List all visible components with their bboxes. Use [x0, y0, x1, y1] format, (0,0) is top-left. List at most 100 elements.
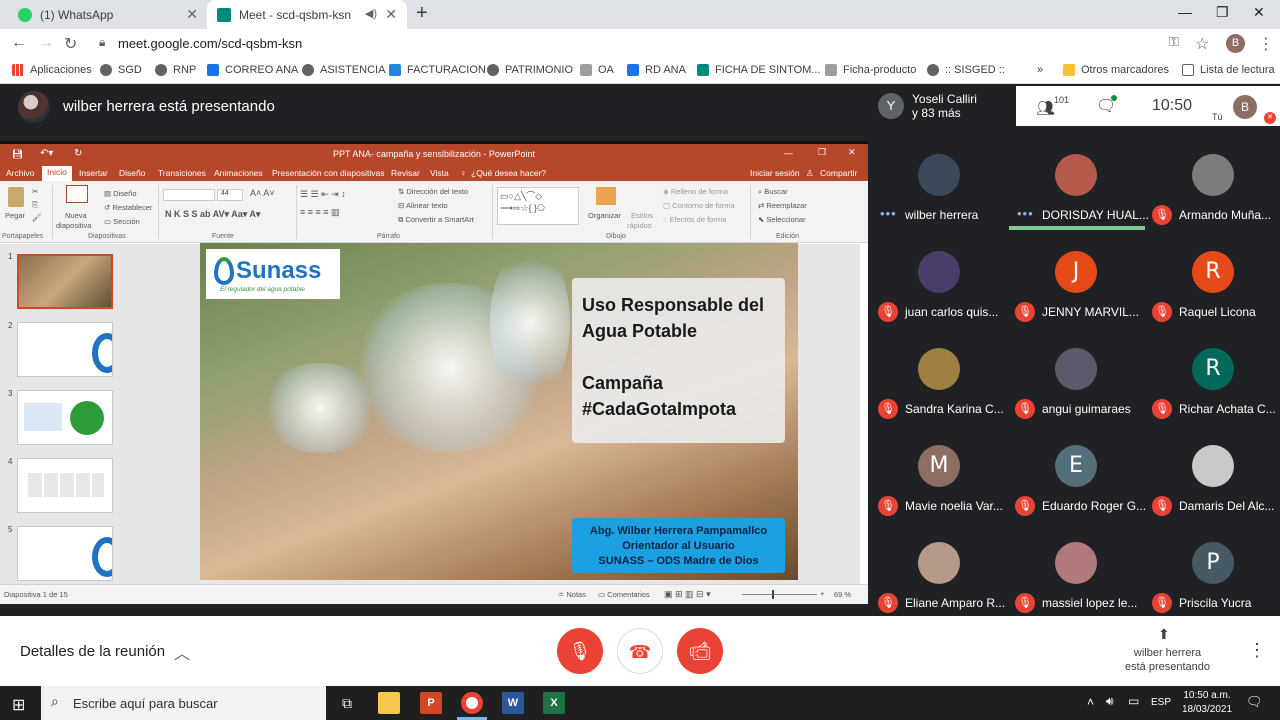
smartart-button[interactable]: ⧉ Convertir a SmartArt	[398, 215, 474, 225]
address-bar[interactable]: 🔒︎ meet.google.com/scd-qsbm-ksn	[93, 32, 1218, 55]
hang-up-button[interactable]: ☎︎	[617, 628, 663, 674]
reload-icon[interactable]: ↻	[64, 34, 77, 54]
bookmark-facturacion[interactable]: FACTURACION	[389, 64, 486, 76]
participant-tile[interactable]: 🎙︎ Damaris Del Alc...	[1144, 417, 1280, 516]
bookmarks-overflow[interactable]: »	[1037, 64, 1043, 76]
select-button[interactable]: ⬉ Seleccionar	[758, 215, 806, 224]
comments-button[interactable]: ▭ Comentarios	[598, 590, 650, 599]
forward-icon[interactable]: →	[38, 34, 54, 52]
participant-tile[interactable]: J 🎙︎ JENNY MARVIL...	[1007, 223, 1144, 322]
ppt-minimize-icon[interactable]: —	[784, 148, 793, 158]
bookmark-apps[interactable]: Aplicaciones	[12, 64, 92, 76]
align-text-button[interactable]: ⊟ Alinear texto	[398, 201, 448, 210]
menu-kebab-icon[interactable]: ⋮	[1258, 34, 1274, 54]
audio-playing-icon[interactable]: ◀)	[365, 7, 377, 20]
bookmark-ficha-sintomas[interactable]: FICHA DE SINTOM...	[697, 64, 821, 76]
cut-icon[interactable]: ✂	[32, 187, 38, 196]
participant-tile[interactable]: R 🎙︎ Raquel Licona	[1144, 223, 1280, 322]
ppt-close-icon[interactable]: ✕	[848, 147, 856, 158]
excel-taskbar-icon[interactable]: X	[543, 692, 565, 714]
present-screen-icon[interactable]: ⬆	[1158, 626, 1170, 643]
minimize-window-button[interactable]: —	[1178, 4, 1192, 20]
ppt-tab-animaciones[interactable]: Animaciones	[214, 168, 263, 178]
zoom-slider[interactable]	[742, 594, 817, 595]
layout-button[interactable]: ▤ Diseño	[104, 189, 137, 198]
notifications-icon[interactable]: 🗨︎	[1246, 694, 1263, 710]
slide-thumbnail[interactable]	[17, 322, 113, 377]
file-explorer-icon[interactable]	[378, 692, 400, 714]
ppt-sign-in[interactable]: Iniciar sesión	[750, 168, 800, 178]
tab-meet[interactable]: Meet - scd-qsbm-ksn ◀) ✕	[207, 0, 407, 29]
profile-avatar[interactable]: B	[1226, 34, 1245, 53]
quick-styles-label-1[interactable]: Estilos	[631, 211, 653, 220]
bookmark-rd-ana[interactable]: RD ANA	[627, 64, 686, 76]
url-text[interactable]: meet.google.com/scd-qsbm-ksn	[118, 36, 302, 51]
participant-tile[interactable]: P 🎙︎ Priscila Yucra	[1144, 514, 1280, 613]
ppt-share[interactable]: Compartir	[820, 168, 857, 178]
replace-button[interactable]: ⇄ Reemplazar	[758, 201, 807, 210]
bookmark-star-icon[interactable]: ☆	[1195, 34, 1209, 54]
ppt-tab-transiciones[interactable]: Transiciones	[158, 168, 206, 178]
tab-whatsapp[interactable]: (1) WhatsApp ✕	[8, 0, 206, 29]
volume-icon[interactable]: 🔊︎	[1106, 694, 1114, 709]
word-taskbar-icon[interactable]: W	[502, 692, 524, 714]
mic-off-button[interactable]: 🎙︎	[557, 628, 603, 674]
text-direction-button[interactable]: ⇅ Dirección del texto	[398, 187, 468, 196]
new-slide-icon[interactable]	[66, 185, 88, 203]
chrome-taskbar-icon[interactable]	[461, 692, 483, 714]
lock-icon[interactable]: 🔒︎	[99, 35, 105, 50]
self-avatar[interactable]: B	[1233, 95, 1257, 119]
bookmark-sgd[interactable]: SGD	[100, 64, 142, 76]
shape-fill-button[interactable]: ◈ Relleno de forma	[663, 187, 728, 196]
participant-tile[interactable]: 🎙︎ massiel lopez le...	[1007, 514, 1144, 613]
ppt-tab-archivo[interactable]: Archivo	[6, 168, 34, 178]
participant-tile[interactable]: 🎙︎ juan carlos quis...	[870, 223, 1007, 322]
participant-tile[interactable]: ••• wilber herrera	[870, 126, 1007, 223]
arrange-icon[interactable]	[596, 187, 616, 205]
participant-tile[interactable]: M 🎙︎ Mavie noelia Var...	[870, 417, 1007, 516]
zoom-in-icon[interactable]: +	[820, 589, 824, 598]
participant-tile[interactable]: 🎙︎ angui guimaraes	[1007, 320, 1144, 419]
participant-tile[interactable]: ••• DORISDAY HUAL...	[1007, 126, 1149, 230]
paste-icon[interactable]	[8, 187, 24, 207]
new-slide-label-2[interactable]: diapositiva	[56, 221, 91, 230]
font-name-input[interactable]	[163, 189, 215, 201]
view-buttons[interactable]: ▣ ⊞ ▥ ⊟ ▾	[664, 589, 711, 600]
key-icon[interactable]: ⚿	[1169, 34, 1179, 50]
meeting-details-button[interactable]: Detalles de la reunión	[20, 643, 165, 660]
system-clock[interactable]: 10:50 a.m. 18/03/2021	[1176, 689, 1238, 717]
find-button[interactable]: ⌕ Buscar	[758, 187, 788, 197]
slide-thumbnail[interactable]	[17, 390, 113, 445]
ppt-tab-revisar[interactable]: Revisar	[391, 168, 420, 178]
bullets-icon[interactable]: ☰ ☰ ⇤ ⇥ ↕	[300, 189, 346, 200]
bookmark-asistencia[interactable]: ASISTENCIA	[302, 64, 385, 76]
chevron-up-icon[interactable]: ︿	[174, 640, 190, 664]
bookmark-otros-marcadores[interactable]: Otros marcadores	[1063, 64, 1169, 76]
language-indicator[interactable]: ESP	[1151, 697, 1171, 708]
section-button[interactable]: ▭ Sección	[104, 217, 140, 226]
new-slide-label-1[interactable]: Nueva	[65, 211, 87, 220]
overflow-participants[interactable]: Y Yoseli Calliri y 83 más	[868, 86, 1016, 126]
close-tab-icon[interactable]: ✕	[186, 6, 198, 23]
bookmark-correo-ana[interactable]: CORREO ANA	[207, 64, 298, 76]
more-options-button[interactable]: ⋮	[1248, 640, 1266, 661]
maximize-window-button[interactable]: ❐	[1216, 4, 1229, 21]
shape-outline-button[interactable]: ▢ Contorno de forma	[663, 201, 735, 210]
zoom-level[interactable]: 69 %	[834, 590, 851, 599]
tell-me-icon[interactable]: ♀	[460, 168, 466, 178]
bookmark-oa[interactable]: OA	[580, 64, 614, 76]
align-icons[interactable]: ≡ ≡ ≡ ≡ ▥	[300, 207, 340, 218]
bookmark-rnp[interactable]: RNP	[155, 64, 196, 76]
windows-start-icon[interactable]: ⊞	[12, 695, 25, 715]
quick-styles-label-2[interactable]: rápidos	[627, 221, 652, 230]
slide-thumbnail[interactable]	[17, 254, 113, 309]
new-tab-button[interactable]: +	[416, 2, 428, 25]
slide-thumbnail[interactable]	[17, 458, 113, 513]
ppt-tab-vista[interactable]: Vista	[430, 168, 449, 178]
tray-overflow-icon[interactable]: ˄	[1087, 695, 1094, 709]
bookmark-ficha-producto[interactable]: Ficha-producto	[825, 64, 916, 76]
shapes-gallery[interactable]: ▭○△╲⌒◇ ⟶⇨☆{ }⎔	[497, 187, 579, 225]
participant-tile[interactable]: R 🎙︎ Richar Achata C...	[1144, 320, 1280, 419]
copy-icon[interactable]: ⎘	[32, 200, 38, 210]
grow-font-icon[interactable]: A˄ A˅	[250, 188, 275, 198]
